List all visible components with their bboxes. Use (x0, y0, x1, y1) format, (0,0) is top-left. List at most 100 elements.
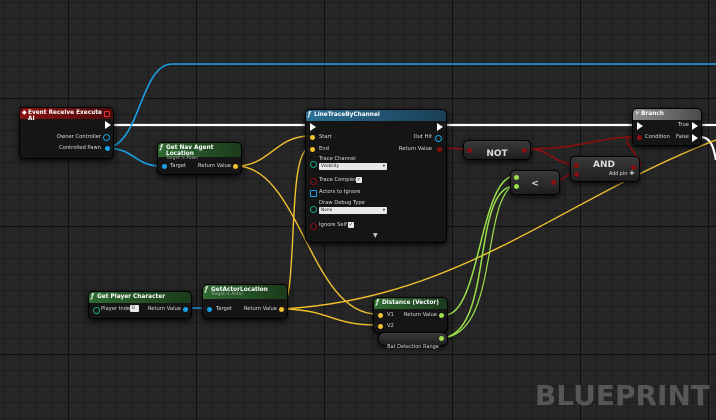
trace-end-pin[interactable] (310, 147, 315, 152)
trace-out-hit-label: Out Hit (413, 134, 432, 140)
trace-channel-dropdown[interactable]: Visibility ▾ (319, 163, 387, 170)
and-in-b-pin[interactable] (574, 172, 579, 177)
player-char-return-label: Return Value (147, 306, 181, 312)
branch-true-label: True (677, 122, 689, 128)
branch-exec-in-pin[interactable] (637, 122, 643, 130)
actor-loc-target-label: Target (216, 306, 233, 312)
and-node[interactable]: AND Add pin + (570, 156, 640, 182)
controlled-pawn-pin[interactable] (105, 146, 110, 151)
owner-controller-label: Owner Controller (56, 134, 101, 140)
distance-v1-label: V1 (387, 312, 394, 318)
bool-wire-not-to-branch (527, 136, 633, 150)
get-nav-agent-location-node[interactable]: ƒ Get Nav Agent Location Target is Pawn … (157, 142, 242, 175)
trace-channel-value: Visibility (321, 164, 340, 169)
trace-exec-in-pin[interactable] (310, 123, 316, 131)
line-trace-title: LineTraceByChannel (314, 112, 380, 118)
trace-channel-pin[interactable] (310, 161, 317, 168)
nav-target-pin[interactable] (162, 164, 167, 169)
less-in-b-pin[interactable] (514, 184, 519, 189)
and-in-a-pin[interactable] (574, 163, 579, 168)
owner-controller-pin[interactable] (103, 134, 110, 141)
trace-end-label: End (319, 146, 329, 152)
actor-loc-header: ƒ GetActorLocation Target is Actor (203, 285, 287, 299)
event-node-title: Event Receive Execute AI (28, 110, 102, 122)
and-label: AND (593, 160, 615, 170)
and-add-pin-label[interactable]: Add pin (609, 172, 627, 177)
not-node[interactable]: NOT (463, 140, 531, 160)
trace-complex-pin[interactable] (310, 178, 317, 185)
float-wire-range-extra (439, 183, 516, 339)
bat-detection-range-node[interactable]: Bat Detection Range (378, 332, 448, 350)
player-index-input[interactable]: 0 (130, 305, 139, 312)
branch-node[interactable]: ⑂ Branch True Condition False (632, 108, 702, 146)
and-out-pin[interactable] (631, 165, 636, 170)
actors-to-ignore-label: Actors to Ignore (319, 189, 361, 195)
blueprint-watermark: BLUEPRINT (534, 379, 710, 412)
branch-icon: ⑂ (635, 110, 639, 117)
get-player-character-node[interactable]: ƒ Get Player Character Player Index 0 Re… (88, 291, 192, 319)
actor-loc-target-pin[interactable] (207, 307, 212, 312)
distance-v1-pin[interactable] (378, 313, 383, 318)
float-wire-range-to-less (439, 185, 516, 339)
event-node-header: ◆ Event Receive Execute AI (20, 108, 113, 122)
not-in-pin[interactable] (467, 148, 472, 153)
branch-false-pin[interactable] (692, 134, 698, 142)
trace-exec-out-pin[interactable] (437, 123, 443, 131)
player-index-label: Player Index (101, 306, 134, 312)
function-icon: ƒ (376, 299, 379, 306)
player-index-pin[interactable] (93, 307, 100, 314)
less-in-a-pin[interactable] (514, 175, 519, 180)
player-char-return-pin[interactable] (183, 307, 188, 312)
player-char-title: Get Player Character (97, 294, 166, 300)
less-label: < (531, 179, 539, 189)
bat-detection-range-pin[interactable] (439, 336, 444, 341)
function-icon: ƒ (160, 144, 163, 151)
distance-v2-pin[interactable] (378, 324, 383, 329)
not-label: NOT (486, 149, 508, 159)
branch-true-pin[interactable] (692, 122, 698, 130)
branch-false-label: False (675, 134, 689, 140)
trace-start-pin[interactable] (310, 135, 315, 140)
branch-header: ⑂ Branch (633, 109, 701, 120)
ignore-self-checkbox[interactable]: ✓ (348, 222, 354, 228)
branch-title: Branch (641, 111, 664, 117)
branch-condition-label: Condition (645, 134, 670, 140)
nav-node-subtitle: Target is Pawn (166, 156, 199, 161)
trace-complex-checkbox[interactable]: ✓ (356, 177, 362, 183)
function-icon: ƒ (91, 293, 94, 300)
expand-advanced-icon[interactable]: ▼ (373, 232, 378, 239)
get-actor-location-node[interactable]: ƒ GetActorLocation Target is Actor Targe… (202, 284, 288, 319)
controlled-pawn-label: Controlled Pawn (59, 145, 101, 151)
branch-condition-pin[interactable] (637, 135, 642, 140)
ignore-self-pin[interactable] (310, 223, 317, 230)
not-out-pin[interactable] (522, 148, 527, 153)
nav-target-label: Target (170, 163, 187, 169)
event-delegate-pin[interactable] (104, 111, 110, 117)
distance-return-pin[interactable] (439, 313, 444, 318)
line-trace-header: ƒ LineTraceByChannel (306, 110, 446, 121)
event-receive-execute-ai-node[interactable]: ◆ Event Receive Execute AI Owner Control… (19, 107, 114, 159)
draw-debug-type-dropdown[interactable]: None ▾ (319, 207, 387, 214)
trace-start-label: Start (319, 134, 332, 140)
distance-header: ƒ Distance (Vector) (374, 298, 447, 309)
trace-out-hit-pin[interactable] (435, 135, 442, 142)
event-icon: ◆ (22, 109, 27, 116)
nav-return-pin[interactable] (233, 164, 238, 169)
function-icon: ƒ (205, 286, 208, 293)
vector-wire-nav-to-start (235, 135, 311, 167)
less-than-node[interactable]: < (510, 170, 560, 195)
draw-debug-value: None (321, 208, 333, 213)
event-exec-out-pin[interactable] (105, 121, 111, 129)
line-trace-by-channel-node[interactable]: ƒ LineTraceByChannel Start Out Hit End R… (305, 109, 447, 243)
actors-to-ignore-pin[interactable] (310, 190, 317, 197)
chevron-down-icon: ▾ (382, 208, 385, 213)
trace-channel-label: Trace Channel (319, 156, 356, 162)
draw-debug-type-pin[interactable] (310, 206, 317, 213)
draw-debug-type-label: Draw Debug Type (319, 200, 365, 206)
trace-return-pin[interactable] (437, 147, 442, 152)
actor-loc-return-pin[interactable] (279, 307, 284, 312)
distance-vector-node[interactable]: ƒ Distance (Vector) V1 Return Value V2 (373, 297, 448, 333)
less-out-pin[interactable] (551, 180, 556, 185)
plus-icon[interactable]: + (629, 169, 635, 177)
chevron-down-icon: ▾ (382, 164, 385, 169)
